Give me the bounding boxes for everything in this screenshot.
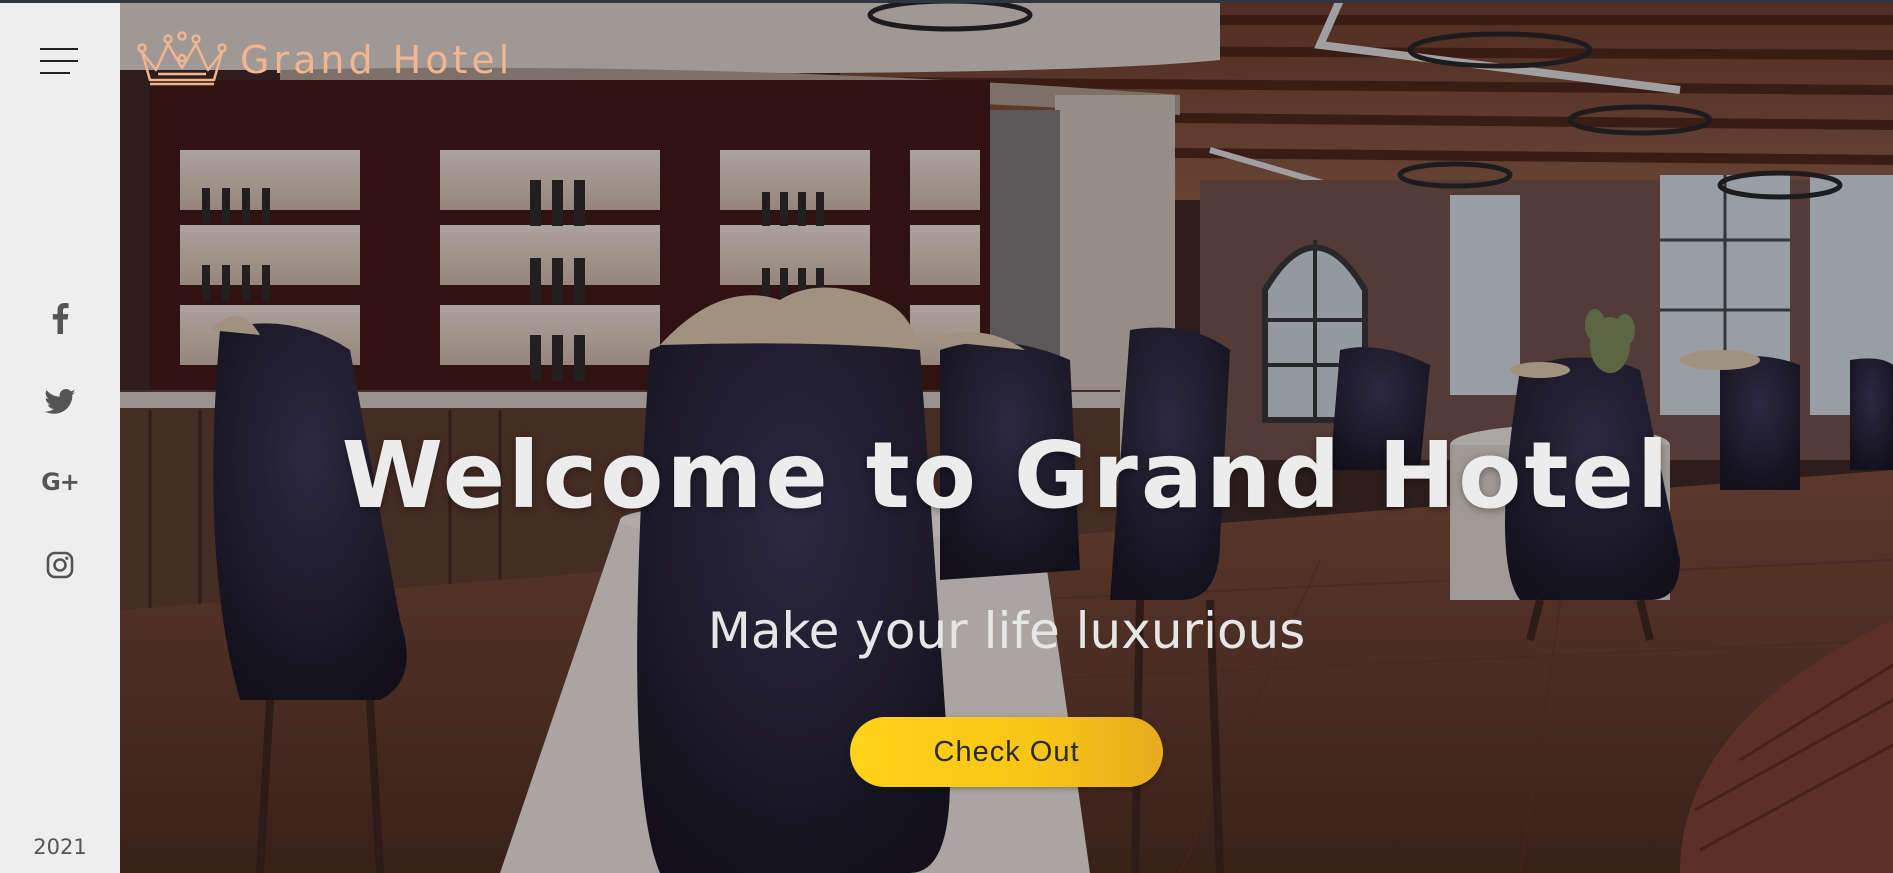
check-out-button[interactable]: Check Out — [850, 717, 1163, 787]
sidebar: G+ 2021 — [0, 0, 120, 873]
google-plus-label: G+ — [41, 468, 80, 496]
instagram-icon[interactable] — [0, 551, 120, 579]
crown-icon — [137, 31, 227, 86]
hero-subtitle: Make your life luxurious — [707, 602, 1306, 660]
google-plus-icon[interactable]: G+ — [0, 468, 120, 496]
hero-title: Welcome to Grand Hotel — [341, 422, 1672, 529]
facebook-icon[interactable] — [0, 302, 120, 334]
top-border — [0, 0, 1893, 3]
hero-section: Grand Hotel Welcome to Grand Hotel Make … — [120, 0, 1893, 873]
hamburger-menu-icon[interactable] — [40, 48, 80, 76]
twitter-icon[interactable] — [0, 389, 120, 415]
brand-logo[interactable]: Grand Hotel — [134, 30, 513, 90]
brand-name: Grand Hotel — [240, 38, 514, 82]
copyright-year: 2021 — [33, 835, 87, 859]
